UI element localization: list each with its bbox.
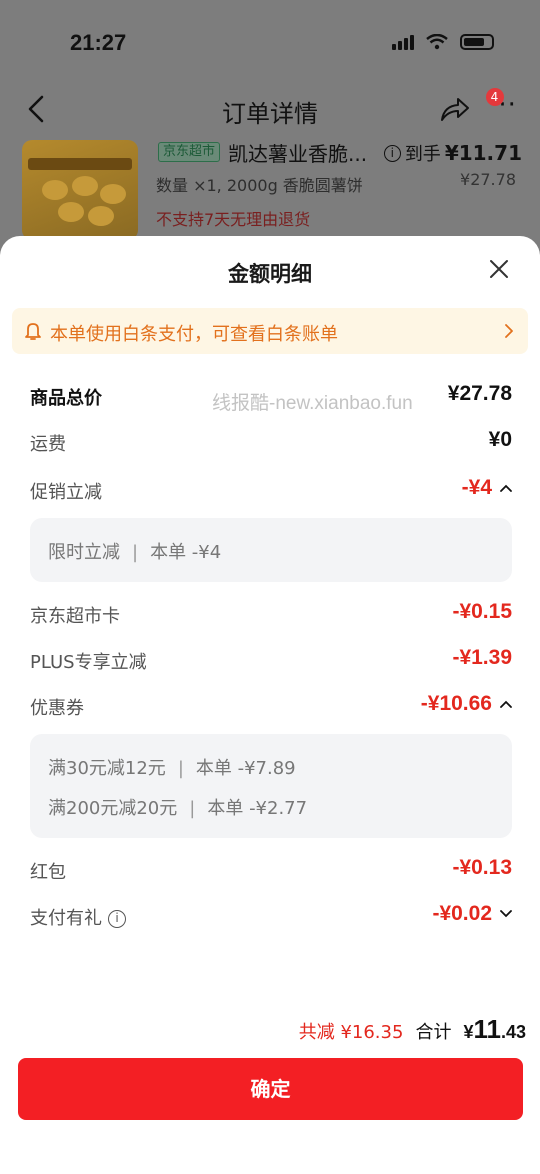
- plus-discount-value: -¥1.39: [452, 646, 512, 669]
- shipping-label: 运费: [30, 434, 66, 455]
- product-spec: 数量 ×1, 2000g 香脆圆薯饼: [156, 176, 363, 195]
- more-button[interactable]: ··· 4: [486, 88, 520, 126]
- red-packet-label: 红包: [30, 862, 66, 883]
- product-image: [22, 140, 138, 240]
- total-amount: ¥11.43: [463, 1014, 526, 1044]
- coupon-detail-box: 满30元减12元 | 本单 -¥7.89 满200元减20元 | 本单 -¥2.77: [30, 734, 512, 838]
- bell-icon: [25, 323, 41, 340]
- final-price: i 到手 ¥11.71: [383, 140, 522, 166]
- shipping-row: 运费 ¥0: [30, 428, 512, 458]
- coupon-detail-line: 满200元减20元 | 本单 -¥2.77: [48, 798, 308, 819]
- final-price-value: ¥11.71: [444, 141, 522, 165]
- close-icon[interactable]: [488, 258, 510, 280]
- chevron-up-icon[interactable]: [500, 700, 512, 708]
- promo-detail-line: 限时立减 | 本单 -¥4: [48, 542, 222, 563]
- goods-total-value: ¥27.78: [447, 382, 512, 405]
- goods-total-label: 商品总价: [30, 388, 102, 409]
- coupon-value: -¥10.66: [421, 692, 512, 716]
- red-packet-value: -¥0.13: [452, 856, 512, 879]
- promo-row[interactable]: 促销立减 -¥4: [30, 476, 512, 506]
- wifi-icon: [426, 34, 448, 50]
- total-label: 合计: [415, 1022, 452, 1043]
- status-bar: 21:27: [0, 0, 540, 88]
- total-summary: 共减 ¥16.35 合计 ¥11.43: [299, 1014, 526, 1048]
- coupon-detail-line: 满30元减12元 | 本单 -¥7.89: [48, 758, 296, 779]
- plus-discount-row: PLUS专享立减 -¥1.39: [30, 646, 512, 676]
- battery-icon: [460, 34, 494, 50]
- product-name: 凯达薯业香脆...: [228, 142, 368, 166]
- cellular-signal-icon: [392, 34, 414, 50]
- plus-discount-label: PLUS专享立减: [30, 652, 147, 673]
- more-badge: 4: [486, 88, 504, 106]
- store-tag: 京东超市: [158, 142, 221, 162]
- nav-bar: 订单详情 ··· 4: [0, 88, 540, 132]
- chevron-down-icon[interactable]: [500, 910, 512, 918]
- info-icon[interactable]: i: [383, 144, 401, 162]
- supermarket-card-row: 京东超市卡 -¥0.15: [30, 600, 512, 630]
- promo-detail-box: 限时立减 | 本单 -¥4: [30, 518, 512, 582]
- sheet-title: 金额明细: [228, 262, 312, 286]
- notice-text: 本单使用白条支付，可查看白条账单: [50, 324, 338, 345]
- info-icon[interactable]: i: [108, 910, 126, 928]
- shipping-value: ¥0: [488, 428, 512, 451]
- chevron-up-icon[interactable]: [500, 484, 512, 492]
- final-price-label: 到手: [404, 144, 441, 165]
- pay-gift-label: 支付有礼 i: [30, 904, 126, 930]
- original-price: ¥27.78: [460, 170, 516, 189]
- share-icon[interactable]: [438, 92, 472, 126]
- status-time: 21:27: [70, 30, 127, 55]
- amount-detail-sheet: 金额明细 本单使用白条支付，可查看白条账单 线报酷-new.xianbao.fu…: [0, 236, 540, 1174]
- promo-value: -¥4: [462, 476, 512, 500]
- chevron-right-icon: [505, 324, 513, 338]
- pay-gift-row[interactable]: 支付有礼 i -¥0.02: [30, 902, 512, 932]
- total-saved: 共减 ¥16.35: [298, 1022, 404, 1043]
- return-policy: 不支持7天无理由退货: [156, 210, 311, 229]
- pay-gift-value: -¥0.02: [432, 902, 512, 926]
- baitiao-notice-banner[interactable]: 本单使用白条支付，可查看白条账单: [12, 308, 528, 354]
- red-packet-row: 红包 -¥0.13: [30, 856, 512, 886]
- coupon-row[interactable]: 优惠券 -¥10.66: [30, 692, 512, 722]
- promo-label: 促销立减: [30, 482, 102, 503]
- supermarket-card-value: -¥0.15: [452, 600, 512, 623]
- product-card[interactable]: 京东超市 凯达薯业香脆... 数量 ×1, 2000g 香脆圆薯饼 不支持7天无…: [22, 140, 522, 240]
- goods-total-row: 商品总价 ¥27.78: [30, 382, 512, 412]
- supermarket-card-label: 京东超市卡: [30, 606, 120, 627]
- coupon-label: 优惠券: [30, 698, 84, 719]
- confirm-button[interactable]: 确定: [18, 1058, 523, 1120]
- status-icons: [392, 34, 494, 50]
